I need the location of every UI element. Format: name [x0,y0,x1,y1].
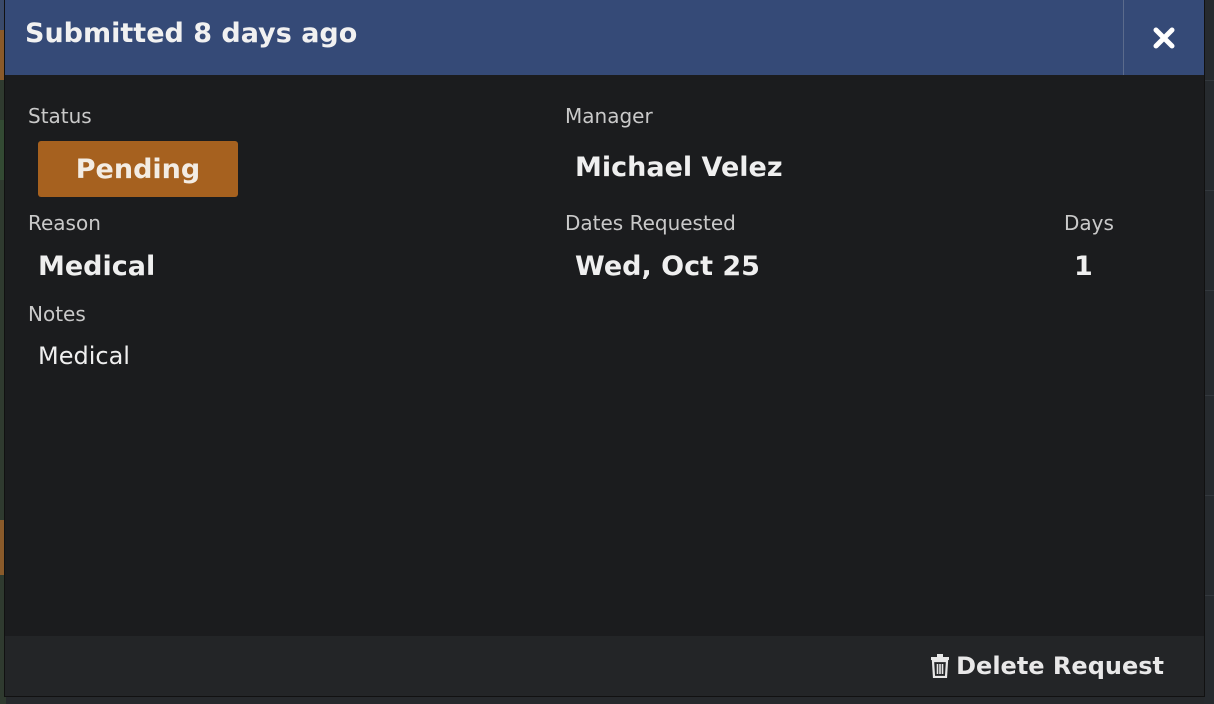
reason-label: Reason [28,211,101,235]
background-right-edge [1204,0,1214,704]
close-button[interactable] [1123,0,1204,75]
modal-footer: Delete Request [5,636,1204,696]
delete-request-button[interactable]: Delete Request [930,652,1164,680]
delete-request-label: Delete Request [956,652,1164,680]
close-icon [1153,27,1175,48]
modal-header: Submitted 8 days ago [5,0,1204,75]
dates-requested-label: Dates Requested [565,211,736,235]
manager-value: Michael Velez [575,152,783,183]
request-details-modal: Submitted 8 days ago Status Pending Mana… [5,0,1204,696]
status-label: Status [28,104,92,128]
days-value: 1 [1074,251,1093,282]
notes-value: Medical [38,342,130,370]
dates-requested-value: Wed, Oct 25 [575,251,760,282]
trash-icon [931,654,950,678]
manager-label: Manager [565,104,653,128]
days-label: Days [1064,211,1114,235]
notes-label: Notes [28,302,86,326]
status-badge: Pending [38,141,238,197]
reason-value: Medical [38,251,156,282]
modal-title: Submitted 8 days ago [25,18,358,49]
